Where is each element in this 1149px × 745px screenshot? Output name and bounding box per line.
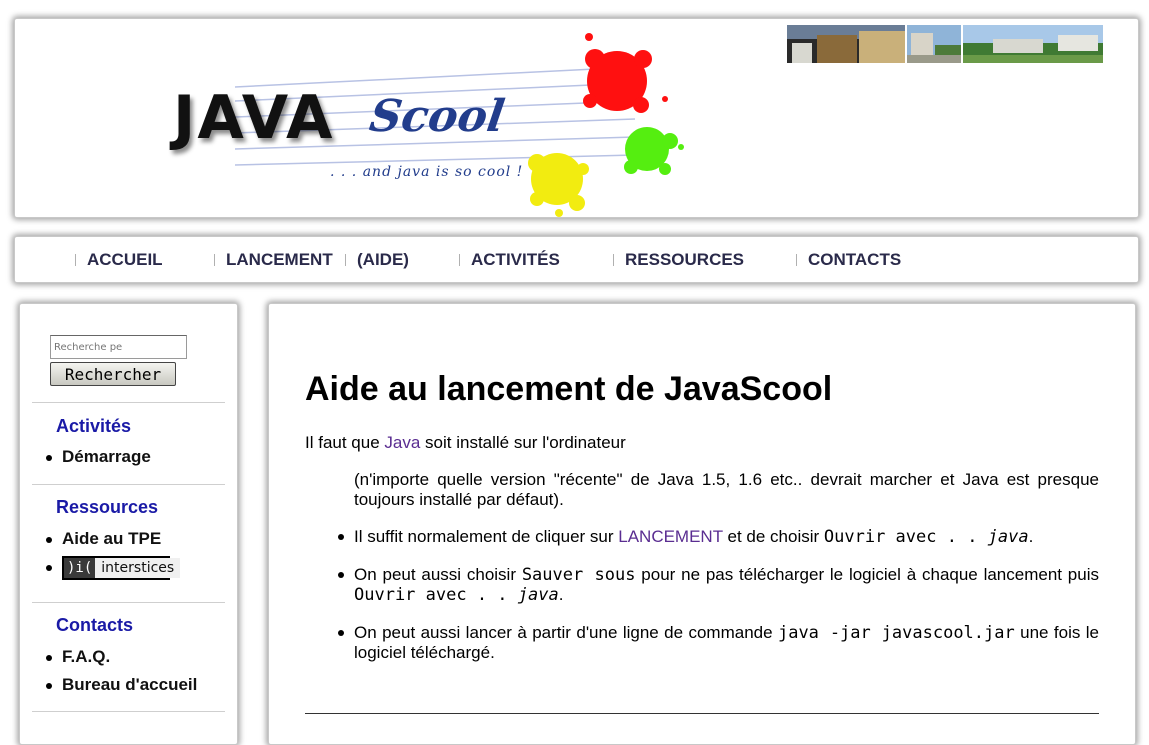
sidebar-item-faq[interactable]: F.A.Q. <box>45 643 197 671</box>
interstices-badge[interactable]: )i( interstices <box>62 555 181 580</box>
nav-separator <box>345 253 346 266</box>
nav-separator <box>214 253 215 266</box>
instruction-item: Il suffit normalement de cliquer sur LAN… <box>338 527 1099 547</box>
sidebar-list-contacts: F.A.Q. Bureau d'accueil <box>45 643 197 699</box>
code-snippet: Ouvrir avec . . java <box>354 585 559 605</box>
sidebar: Rechercher Activités Démarrage Ressource… <box>19 303 238 745</box>
google-search: Rechercher <box>50 335 187 386</box>
nav-separator <box>796 253 797 266</box>
nav-label: LANCEMENT <box>226 249 333 269</box>
main-content: Aide au lancement de JavaScool Il faut q… <box>268 303 1136 745</box>
code-snippet: Sauver sous <box>521 565 636 585</box>
search-input[interactable] <box>50 335 187 359</box>
instruction-text: . <box>1028 527 1034 546</box>
intro-text: soit installé sur l'ordinateur <box>420 433 626 452</box>
instruction-text: et de choisir <box>722 527 824 546</box>
sidebar-item-bureau-accueil[interactable]: Bureau d'accueil <box>45 671 197 699</box>
red-paint-splash <box>583 33 668 113</box>
nav-separator <box>459 253 460 266</box>
nav-label: ACTIVITÉS <box>471 249 560 269</box>
nav-label: RESSOURCES <box>625 249 745 269</box>
campus-photo-strip <box>787 25 1103 63</box>
nav-label: CONTACTS <box>808 249 902 269</box>
building-photo-1 <box>787 25 905 63</box>
sidebar-title-ressources: Ressources <box>56 497 159 517</box>
instruction-text: . <box>558 585 564 604</box>
code-text: Ouvrir avec . . <box>354 585 518 605</box>
instructions-list: Il suffit normalement de cliquer sur LAN… <box>338 527 1099 681</box>
search-button[interactable]: Rechercher <box>50 362 176 386</box>
instruction-text: pour ne pas télécharger le logiciel à ch… <box>635 565 1099 584</box>
nav-label: ACCUEIL <box>87 249 163 269</box>
header-banner: JAVA Scool . . . and java is so cool ! <box>14 18 1139 218</box>
code-text-italic: java <box>517 585 559 605</box>
sidebar-item-aide-tpe[interactable]: Aide au TPE <box>46 525 170 553</box>
content-divider <box>305 713 1099 714</box>
sidebar-title-activites: Activités <box>56 416 132 436</box>
nav-activites[interactable]: ACTIVITÉS <box>459 237 613 282</box>
code-text: Ouvrir avec . . <box>823 527 988 547</box>
instruction-item: On peut aussi lancer à partir d'une lign… <box>338 623 1099 663</box>
sidebar-list-ressources: Aide au TPE )i( interstices <box>46 525 181 581</box>
logo-word-java: JAVA <box>173 83 335 153</box>
instruction-text: Il suffit normalement de cliquer sur <box>354 527 619 546</box>
instruction-text: On peut aussi lancer à partir d'une lign… <box>354 623 778 642</box>
nav-label: (AIDE) <box>357 249 409 269</box>
yellow-paint-splash <box>528 153 589 217</box>
logo-word-scool: Scool <box>366 91 508 142</box>
nav-contacts[interactable]: CONTACTS <box>796 237 936 282</box>
page-title: Aide au lancement de JavaScool <box>305 370 833 408</box>
nav-separator <box>613 253 614 266</box>
nav-separator <box>75 253 76 266</box>
java-link[interactable]: Java <box>384 433 420 452</box>
code-snippet: java -jar javascool.jar <box>777 623 1015 643</box>
javascool-logo[interactable]: JAVA Scool . . . and java is so cool ! <box>165 29 705 219</box>
intro-text: Il faut que <box>305 433 385 452</box>
instruction-text: On peut aussi choisir <box>354 565 522 584</box>
sidebar-item-demarrage[interactable]: Démarrage <box>46 443 151 471</box>
code-snippet: Ouvrir avec . . java <box>824 527 1029 547</box>
sidebar-list-activites: Démarrage <box>46 443 151 471</box>
nav-accueil[interactable]: ACCUEIL <box>75 237 214 282</box>
java-version-note: (n'importe quelle version "récente" de J… <box>354 470 1099 509</box>
nav-aide[interactable]: (AIDE) <box>345 237 459 282</box>
interstices-word: interstices <box>95 557 181 578</box>
interstices-mark: )i( <box>67 559 93 576</box>
building-photo-2 <box>907 25 961 63</box>
intro-paragraph: Il faut que Java soit installé sur l'ord… <box>305 433 626 453</box>
building-photo-3 <box>963 25 1103 63</box>
lancement-link[interactable]: LANCEMENT <box>618 527 723 546</box>
sidebar-divider <box>32 602 225 603</box>
sidebar-title-contacts: Contacts <box>56 615 134 635</box>
code-text-italic: java <box>987 527 1029 547</box>
sidebar-item-interstices[interactable]: )i( interstices <box>46 553 181 581</box>
instruction-item: On peut aussi choisir Sauver sous pour n… <box>338 565 1099 605</box>
sidebar-divider <box>32 402 225 403</box>
sidebar-divider <box>32 484 225 485</box>
nav-ressources[interactable]: RESSOURCES <box>613 237 796 282</box>
main-navigation: ACCUEIL LANCEMENT (AIDE) ACTIVITÉS RESSO… <box>14 236 1139 283</box>
sidebar-divider <box>32 711 225 712</box>
nav-lancement[interactable]: LANCEMENT <box>214 237 345 282</box>
green-paint-splash <box>624 127 684 175</box>
logo-tagline: . . . and java is so cool ! <box>330 164 524 180</box>
